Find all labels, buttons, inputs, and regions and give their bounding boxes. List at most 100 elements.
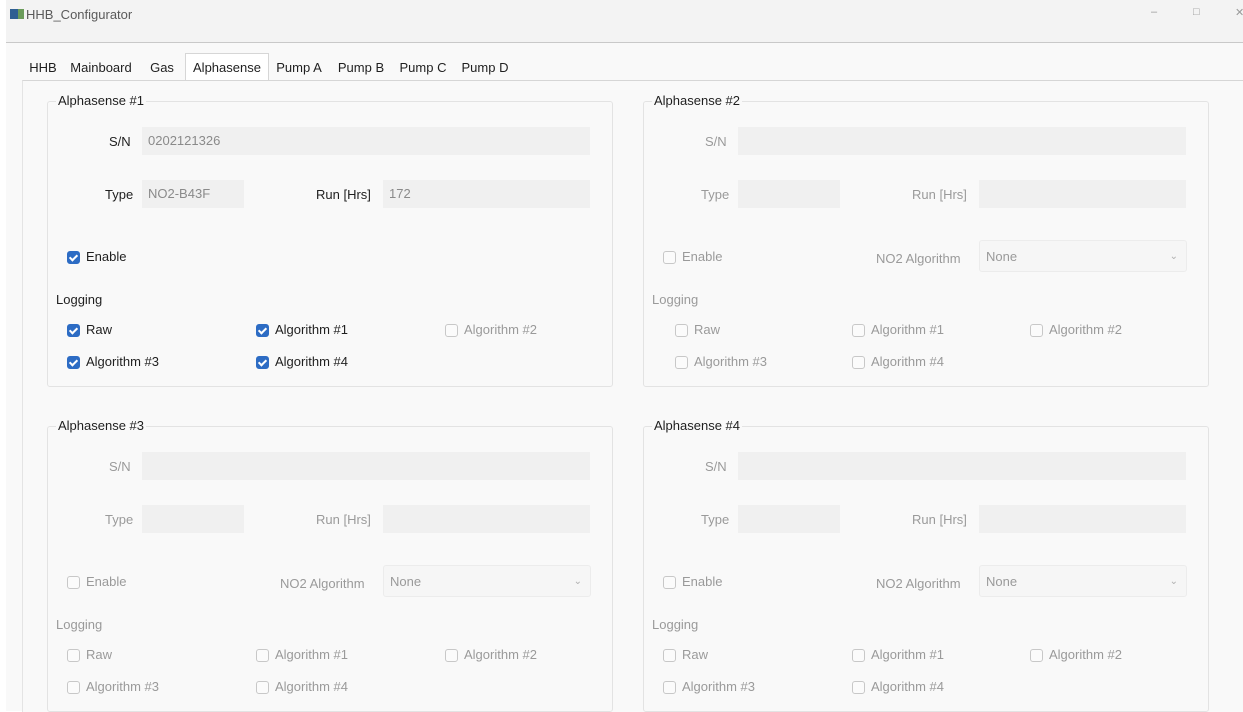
logging-raw-checkbox[interactable]: Raw <box>663 647 733 665</box>
run-hours-label: Run [Hrs] <box>316 187 371 202</box>
title-bar: HHB_Configurator – □ ✕ <box>6 0 1243 43</box>
no2-algorithm-label: NO2 Algorithm <box>280 576 365 591</box>
checkbox-icon <box>852 681 865 694</box>
sn-field[interactable]: 0202121326 <box>142 127 590 155</box>
checkbox-icon <box>256 356 269 369</box>
tab-hhb[interactable]: HHB <box>26 55 60 81</box>
logging-algorithm-3-checkbox[interactable]: Algorithm #3 <box>67 679 177 697</box>
logging-algorithm-1-checkbox[interactable]: Algorithm #1 <box>256 647 366 665</box>
type-field[interactable] <box>738 180 840 208</box>
no2-algorithm-label: NO2 Algorithm <box>876 251 961 266</box>
logging-algorithm-4-checkbox[interactable]: Algorithm #4 <box>256 679 366 697</box>
logging-algorithm-1-checkbox[interactable]: Algorithm #1 <box>852 647 962 665</box>
type-label: Type <box>105 512 134 527</box>
checkbox-icon <box>675 324 688 337</box>
minimize-icon[interactable]: – <box>1151 6 1157 18</box>
checkbox-icon <box>852 649 865 662</box>
checkbox-icon <box>663 681 676 694</box>
chevron-down-icon: ⌄ <box>573 576 582 587</box>
enable-checkbox[interactable]: Enable <box>663 574 743 592</box>
logging-algorithm-3-checkbox[interactable]: Algorithm #3 <box>67 354 177 372</box>
logging-algorithm-3-checkbox[interactable]: Algorithm #3 <box>663 679 773 697</box>
logging-algorithm-2-checkbox[interactable]: Algorithm #2 <box>445 322 555 340</box>
chevron-down-icon: ⌄ <box>1169 576 1178 587</box>
checkbox-icon <box>445 324 458 337</box>
logging-raw-checkbox[interactable]: Raw <box>67 647 137 665</box>
tab-gas[interactable]: Gas <box>142 55 182 81</box>
logging-algorithm-2-checkbox[interactable]: Algorithm #2 <box>445 647 555 665</box>
run-hours-field[interactable]: 172 <box>383 180 590 208</box>
logging-algorithm-4-checkbox[interactable]: Algorithm #4 <box>852 679 962 697</box>
alphasense-4-group: Alphasense #4 S/N Type Run [Hrs] Enable … <box>643 418 1209 712</box>
logging-algorithm-4-checkbox[interactable]: Algorithm #4 <box>852 354 962 372</box>
enable-label: Enable <box>86 249 127 264</box>
no2-algorithm-select[interactable]: None ⌄ <box>979 565 1187 597</box>
logging-algorithm-1-checkbox[interactable]: Algorithm #1 <box>852 322 962 340</box>
no2-algorithm-select[interactable]: None ⌄ <box>383 565 591 597</box>
logging-algorithm-3-checkbox[interactable]: Algorithm #3 <box>675 354 785 372</box>
checkbox-icon <box>256 324 269 337</box>
sn-label: S/N <box>109 134 131 149</box>
checkbox-icon <box>1030 324 1043 337</box>
client-area: HHB Mainboard Gas Alphasense Pump A Pump… <box>6 43 1243 712</box>
logging-algorithm-2-checkbox[interactable]: Algorithm #2 <box>1030 647 1140 665</box>
tab-mainboard[interactable]: Mainboard <box>62 55 140 81</box>
checkbox-icon <box>445 649 458 662</box>
sn-field[interactable] <box>738 127 1186 155</box>
checkbox-icon <box>663 251 676 264</box>
logging-label: Logging <box>56 292 103 307</box>
checkbox-icon <box>256 649 269 662</box>
sn-label: S/N <box>109 459 131 474</box>
group-title: Alphasense #4 <box>652 418 743 433</box>
run-hours-label: Run [Hrs] <box>316 512 371 527</box>
tab-pump-b[interactable]: Pump B <box>331 55 391 81</box>
logging-label: Logging <box>652 617 699 632</box>
close-icon[interactable]: ✕ <box>1235 6 1243 19</box>
tab-pump-d[interactable]: Pump D <box>455 55 515 81</box>
checkbox-icon <box>852 356 865 369</box>
run-hours-field[interactable] <box>979 180 1186 208</box>
checkbox-icon <box>67 576 80 589</box>
sn-label: S/N <box>705 134 727 149</box>
sn-field[interactable] <box>738 452 1186 480</box>
logging-algorithm-4-checkbox[interactable]: Algorithm #4 <box>256 354 366 372</box>
checkbox-icon <box>663 576 676 589</box>
checkbox-icon <box>67 251 80 264</box>
alphasense-3-group: Alphasense #3 S/N Type Run [Hrs] Enable … <box>47 418 613 712</box>
no2-algorithm-select[interactable]: None ⌄ <box>979 240 1187 272</box>
type-label: Type <box>105 187 134 202</box>
maximize-icon[interactable]: □ <box>1193 6 1200 18</box>
logging-label: Logging <box>652 292 699 307</box>
logging-raw-checkbox[interactable]: Raw <box>67 322 137 340</box>
run-hours-field[interactable] <box>979 505 1186 533</box>
type-field[interactable] <box>738 505 840 533</box>
type-label: Type <box>701 512 730 527</box>
enable-label: Enable <box>682 574 723 589</box>
checkbox-icon <box>67 356 80 369</box>
logging-algorithm-1-checkbox[interactable]: Algorithm #1 <box>256 322 366 340</box>
tab-alphasense[interactable]: Alphasense <box>185 53 269 81</box>
chevron-down-icon: ⌄ <box>1169 251 1178 262</box>
checkbox-icon <box>852 324 865 337</box>
window-title: HHB_Configurator <box>26 7 133 22</box>
enable-checkbox[interactable]: Enable <box>663 249 743 267</box>
sn-label: S/N <box>705 459 727 474</box>
enable-label: Enable <box>682 249 723 264</box>
logging-algorithm-2-checkbox[interactable]: Algorithm #2 <box>1030 322 1140 340</box>
sn-field[interactable] <box>142 452 590 480</box>
checkbox-icon <box>1030 649 1043 662</box>
type-label: Type <box>701 187 730 202</box>
checkbox-icon <box>675 356 688 369</box>
type-field[interactable] <box>142 505 244 533</box>
run-hours-field[interactable] <box>383 505 590 533</box>
checkbox-icon <box>663 649 676 662</box>
logging-raw-checkbox[interactable]: Raw <box>675 322 745 340</box>
alphasense-panel: Alphasense #1 S/N 0202121326 Type NO2-B4… <box>22 80 1243 712</box>
type-field[interactable]: NO2-B43F <box>142 180 244 208</box>
tab-pump-c[interactable]: Pump C <box>393 55 453 81</box>
tab-pump-a[interactable]: Pump A <box>269 55 329 81</box>
checkbox-icon <box>67 649 80 662</box>
no2-algorithm-label: NO2 Algorithm <box>876 576 961 591</box>
enable-checkbox[interactable]: Enable <box>67 249 147 267</box>
enable-checkbox[interactable]: Enable <box>67 574 147 592</box>
